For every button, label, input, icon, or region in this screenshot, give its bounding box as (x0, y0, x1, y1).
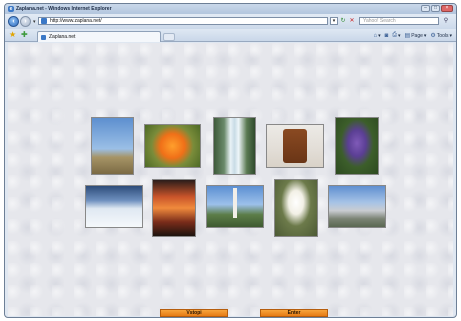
close-button[interactable]: × (441, 5, 453, 12)
print-icon: ⎙ (392, 32, 398, 38)
photo-orange-lily[interactable] (144, 124, 201, 168)
address-bar: ‹ › ▾ http://www.zaplana.net/ ▾ ↻ ✕ Yaho… (5, 14, 456, 29)
window-title: Zaplana.net - Windows Internet Explorer (16, 6, 112, 12)
url-input[interactable]: http://www.zaplana.net/ (38, 17, 328, 25)
search-input[interactable]: Yahoo! Search (359, 17, 439, 25)
forward-button[interactable]: › (20, 16, 31, 27)
tab-page-icon (41, 34, 46, 40)
photo-sunset[interactable] (152, 179, 196, 237)
page-content: Vstopi Enter (8, 43, 453, 317)
photo-mountains[interactable] (328, 185, 386, 228)
page-menu[interactable]: ▤ Page ▾ (404, 32, 427, 40)
photo-purple-bellflower[interactable] (335, 117, 379, 175)
url-dropdown-icon[interactable]: ▾ (330, 17, 338, 25)
vstopi-button[interactable]: Vstopi (160, 309, 228, 317)
feeds-button[interactable]: ◙ (385, 33, 389, 39)
search-icon[interactable]: ⚲ (441, 17, 451, 25)
url-text: http://www.zaplana.net/ (50, 18, 102, 24)
enter-button[interactable]: Enter (260, 309, 328, 317)
new-tab-button[interactable] (163, 33, 175, 41)
window-controls: – □ × (421, 5, 453, 12)
tools-menu-label: Tools (436, 32, 449, 39)
browser-window: e Zaplana.net - Windows Internet Explore… (4, 3, 457, 318)
photo-cuckoo-clock[interactable] (266, 124, 324, 168)
refresh-icon[interactable]: ↻ (339, 17, 347, 25)
home-icon: ⌂ (373, 32, 378, 39)
favorites-star-icon[interactable]: ★ (9, 31, 16, 39)
tools-icon: ⚙ (430, 33, 436, 39)
maximize-button[interactable]: □ (431, 5, 440, 12)
photo-waterfall[interactable] (213, 117, 256, 175)
tab-zaplana[interactable]: Zaplana.net (37, 31, 161, 42)
tab-bar: ★ ✚ Zaplana.net ⌂ ▾ ◙ ⎙ ▾ ▤ Page ▾ ⚙ Tools ▾ (5, 29, 456, 42)
back-button[interactable]: ‹ (8, 16, 19, 27)
print-button[interactable]: ⎙ ▾ (392, 32, 400, 39)
page-icon (41, 18, 47, 24)
page-menu-icon: ▤ (404, 33, 411, 39)
minimize-button[interactable]: – (421, 5, 430, 12)
feeds-icon: ◙ (384, 32, 389, 39)
stop-icon[interactable]: ✕ (348, 17, 356, 25)
command-bar: ⌂ ▾ ◙ ⎙ ▾ ▤ Page ▾ ⚙ Tools ▾ (373, 32, 452, 39)
tools-menu[interactable]: ⚙ Tools ▾ (430, 32, 452, 40)
title-bar: e Zaplana.net - Windows Internet Explore… (5, 4, 456, 14)
photo-winter-sun-snow[interactable] (85, 185, 143, 228)
home-button[interactable]: ⌂ ▾ (373, 33, 380, 39)
page-menu-label: Page (411, 32, 423, 39)
photo-church[interactable] (206, 185, 264, 228)
ie-logo-icon: e (8, 6, 14, 12)
photo-bare-tree[interactable] (91, 117, 134, 175)
photo-white-crocus[interactable] (274, 179, 318, 237)
add-favorite-icon[interactable]: ✚ (21, 31, 28, 39)
history-dropdown-icon[interactable]: ▾ (33, 19, 36, 25)
tab-label: Zaplana.net (49, 34, 76, 40)
